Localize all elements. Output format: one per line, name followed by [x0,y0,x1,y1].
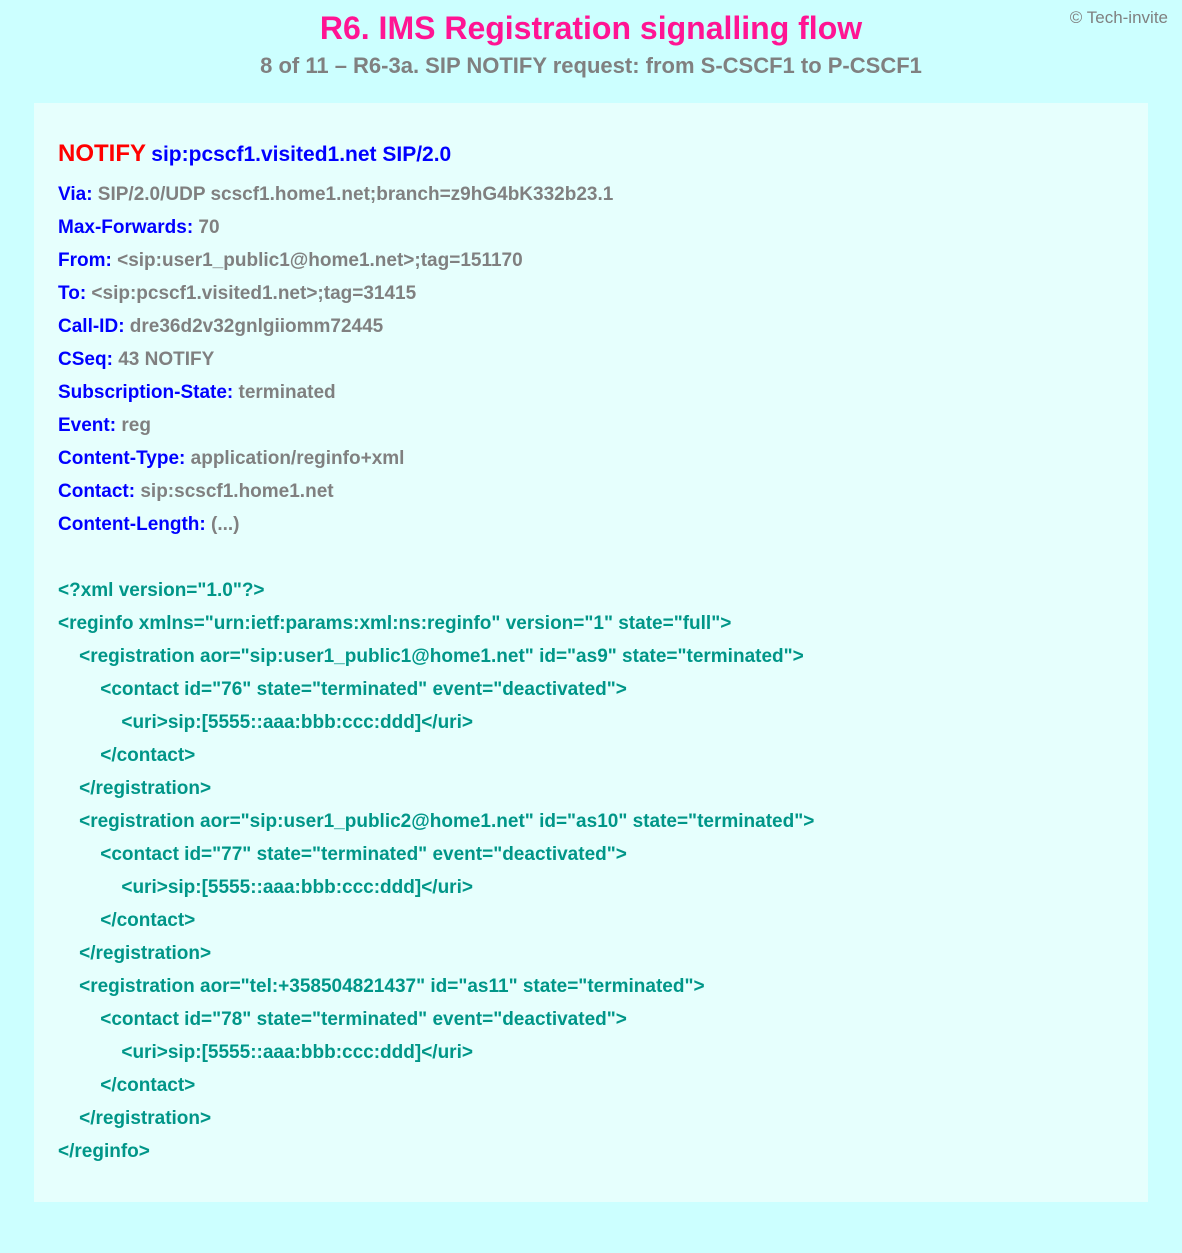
sip-xml-body: <?xml version="1.0"?> <reginfo xmlns="ur… [58,574,1124,1168]
sip-header-row: Call-ID: dre36d2v32gnlgiiomm72445 [58,310,1124,343]
sip-header-name: Call-ID [58,316,118,337]
sip-header-name: Subscription-State [58,382,227,403]
sip-header-colon: : [86,184,98,205]
sip-header-row: Via: SIP/2.0/UDP scscf1.home1.net;branch… [58,178,1124,211]
sip-header-colon: : [80,283,92,304]
sip-header-name: Event [58,415,110,436]
sip-header-row: Contact: sip:scscf1.home1.net [58,475,1124,508]
sip-request-uri: sip:pcscf1.visited1.net SIP/2.0 [151,143,451,166]
sip-header-value: reg [121,415,151,436]
page-subtitle: 8 of 11 – R6-3a. SIP NOTIFY request: fro… [0,53,1182,79]
sip-header-value: <sip:user1_public1@home1.net>;tag=151170 [117,250,523,271]
sip-header-value: dre36d2v32gnlgiiomm72445 [130,316,383,337]
sip-header-value: 70 [198,217,219,238]
sip-header-row: Max-Forwards: 70 [58,211,1124,244]
sip-headers-block: Via: SIP/2.0/UDP scscf1.home1.net;branch… [58,178,1124,541]
page-title: R6. IMS Registration signalling flow [0,10,1182,47]
sip-header-row: Event: reg [58,409,1124,442]
sip-header-colon: : [227,382,239,403]
sip-header-name: Content-Length [58,514,199,535]
blank-line [58,541,1124,574]
sip-header-name: Max-Forwards [58,217,187,238]
sip-header-name: Via [58,184,86,205]
sip-header-name: From [58,250,106,271]
sip-header-value: terminated [239,382,336,403]
copyright-text: © Tech-invite [1070,8,1168,28]
sip-header-colon: : [129,481,141,502]
sip-header-colon: : [187,217,199,238]
sip-header-name: Contact [58,481,129,502]
sip-header-name: To [58,283,80,304]
sip-header-colon: : [199,514,211,535]
sip-message-body: NOTIFY sip:pcscf1.visited1.net SIP/2.0 V… [34,103,1148,1202]
sip-header-value: 43 NOTIFY [118,349,214,370]
sip-header-colon: : [179,448,191,469]
sip-header-value: sip:scscf1.home1.net [140,481,333,502]
sip-method: NOTIFY [58,140,146,167]
sip-header-row: Content-Length: (...) [58,508,1124,541]
sip-header-colon: : [118,316,130,337]
sip-request-line: NOTIFY sip:pcscf1.visited1.net SIP/2.0 [58,137,1124,172]
sip-header-value: <sip:pcscf1.visited1.net>;tag=31415 [91,283,416,304]
sip-header-row: CSeq: 43 NOTIFY [58,343,1124,376]
sip-header-row: Content-Type: application/reginfo+xml [58,442,1124,475]
sip-header-colon: : [110,415,122,436]
sip-header-value: SIP/2.0/UDP scscf1.home1.net;branch=z9hG… [98,184,614,205]
sip-header-name: CSeq [58,349,107,370]
sip-header-value: (...) [211,514,240,535]
sip-header-row: To: <sip:pcscf1.visited1.net>;tag=31415 [58,277,1124,310]
sip-header-row: From: <sip:user1_public1@home1.net>;tag=… [58,244,1124,277]
document-header: R6. IMS Registration signalling flow 8 o… [0,0,1182,79]
sip-header-row: Subscription-State: terminated [58,376,1124,409]
sip-header-value: application/reginfo+xml [191,448,405,469]
sip-header-colon: : [107,349,119,370]
sip-header-colon: : [106,250,118,271]
sip-header-name: Content-Type [58,448,179,469]
